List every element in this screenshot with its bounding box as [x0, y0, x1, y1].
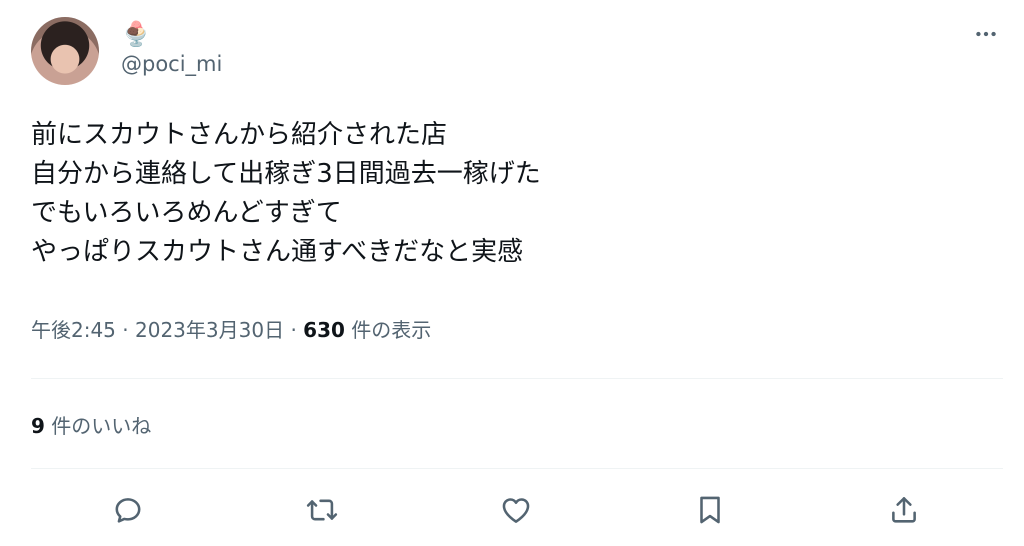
- tweet-line: やっぱりスカウトさん通すべきだなと実感: [31, 237, 524, 267]
- ice-cream-emoji: 🍨: [121, 20, 151, 48]
- likes-label: 件のいいね: [51, 414, 152, 438]
- heart-icon: [502, 498, 530, 523]
- tweet-date[interactable]: 2023年3月30日: [135, 318, 284, 342]
- likes-summary[interactable]: 9 件のいいね: [31, 410, 151, 439]
- likes-count: 9: [31, 414, 45, 438]
- tweet-line: でもいろいろめんどすぎて: [31, 198, 342, 228]
- display-name[interactable]: 🍨: [121, 18, 151, 50]
- retweet-button[interactable]: [302, 490, 342, 530]
- divider: [31, 468, 1003, 469]
- tweet-meta: 午後2:45 · 2023年3月30日 · 630 件の表示: [31, 314, 431, 343]
- views-count: 630: [303, 318, 345, 342]
- tweet-line: 前にスカウトさんから紹介された店: [31, 120, 448, 150]
- author-handle[interactable]: @poci_mi: [121, 52, 222, 76]
- retweet-icon: [306, 499, 338, 521]
- action-bar: [0, 490, 1024, 530]
- views-label: 件の表示: [351, 318, 432, 342]
- meta-separator: ·: [122, 318, 129, 342]
- more-icon: [976, 31, 996, 37]
- bookmark-icon: [700, 496, 720, 524]
- more-button[interactable]: [970, 22, 1002, 46]
- meta-separator: ·: [290, 318, 297, 342]
- like-button[interactable]: [496, 490, 536, 530]
- tweet-text: 前にスカウトさんから紹介された店 自分から連絡して出稼ぎ3日間過去一稼げた でも…: [31, 116, 971, 272]
- tweet-line: 自分から連絡して出稼ぎ3日間過去一稼げた: [31, 159, 541, 189]
- reply-icon: [115, 498, 141, 523]
- avatar[interactable]: [31, 17, 99, 85]
- share-button[interactable]: [884, 490, 924, 530]
- reply-button[interactable]: [108, 490, 148, 530]
- share-icon: [892, 497, 916, 523]
- bookmark-button[interactable]: [690, 490, 730, 530]
- divider: [31, 378, 1003, 379]
- tweet-time[interactable]: 午後2:45: [31, 318, 116, 342]
